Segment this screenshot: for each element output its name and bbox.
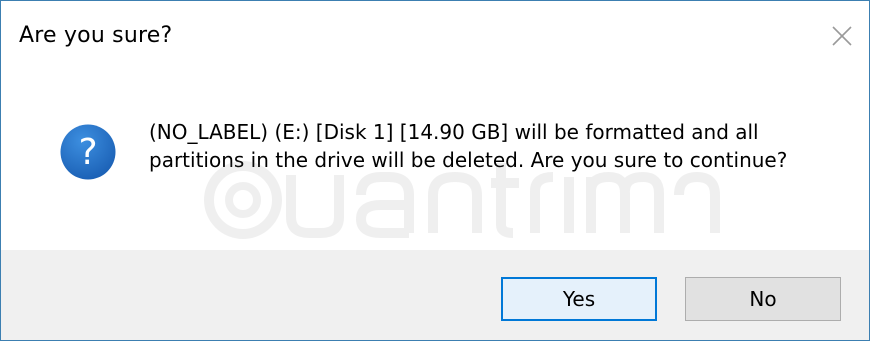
no-button[interactable]: No: [685, 277, 841, 321]
dialog-message: (NO_LABEL) (E:) [Disk 1] [14.90 GB] will…: [149, 120, 788, 172]
button-area: Yes No: [1, 250, 869, 340]
yes-button[interactable]: Yes: [501, 277, 657, 321]
title-bar: Are you sure?: [1, 1, 869, 79]
close-button[interactable]: [825, 19, 859, 53]
close-icon: [832, 26, 852, 46]
confirm-dialog: Are you sure? ? (NO_LABEL) (E:) [Disk 1]…: [0, 0, 870, 341]
question-icon: ?: [59, 123, 117, 181]
dialog-title: Are you sure?: [19, 23, 173, 48]
dialog-content: ? (NO_LABEL) (E:) [Disk 1] [14.90 GB] wi…: [1, 79, 869, 250]
svg-text:?: ?: [78, 132, 97, 173]
